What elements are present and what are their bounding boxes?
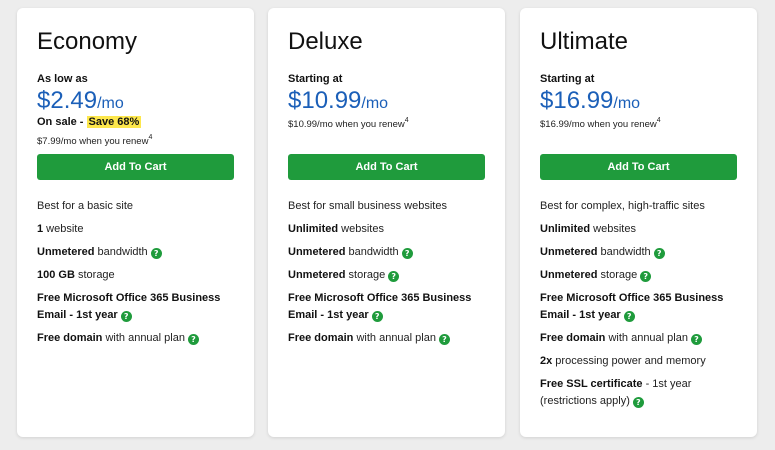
feature-bold: Free domain [288,332,354,344]
help-icon[interactable]: ? [653,248,665,259]
price-amount: $2.49 [37,87,98,114]
add-to-cart-button[interactable]: Add To Cart [37,154,234,180]
renew-price: $10.99/mo when you renew4 [288,114,409,132]
plan-name: Economy [37,28,138,55]
plan-name: Ultimate [540,28,629,55]
feature-text: bandwidth [94,246,148,258]
feature-item: Free Microsoft Office 365 Business Email… [540,290,740,324]
feature-item: 1 website [37,221,237,238]
help-icon[interactable]: ? [187,334,199,345]
feature-item: Unmetered bandwidth? [540,244,740,261]
price-period: /mo [97,95,124,112]
feature-bold: Unmetered [540,246,598,258]
feature-text: with annual plan [353,332,436,344]
feature-text: with annual plan [102,332,185,344]
help-icon[interactable]: ? [438,334,450,345]
feature-bold: Free SSL certificate [540,378,643,390]
plan-card-deluxe: Deluxe Starting at $10.99/mo $10.99/mo w… [268,8,505,437]
feature-bold: Unlimited [288,223,339,235]
feature-text: Best for complex, high-traffic sites [540,200,705,212]
price-period: /mo [361,95,389,112]
help-icon[interactable]: ? [690,334,702,345]
feature-bold: Unlimited [540,223,591,235]
footnote-marker: 4 [404,117,409,124]
feature-item: Unmetered storage? [288,267,488,284]
help-icon[interactable]: ? [401,248,413,259]
feature-item: 100 GB storage [37,267,237,284]
feature-text: websites [338,223,384,235]
feature-item: Unmetered bandwidth? [288,244,488,261]
feature-item: Unmetered bandwidth? [37,244,237,261]
footnote-marker: 4 [656,117,661,124]
feature-text: Best for a basic site [37,200,133,212]
feature-text: Best for small business websites [288,200,447,212]
plan-card-ultimate: Ultimate Starting at $16.99/mo $16.99/mo… [520,8,757,437]
feature-bold: 2x [540,355,553,367]
price-period: /mo [613,95,641,112]
sale-badge: Save 68% [86,116,142,128]
feature-text: bandwidth [597,246,651,258]
help-icon[interactable]: ? [371,311,383,322]
feature-text: storage [74,269,115,281]
renew-text: $10.99/mo when you renew [288,119,405,130]
feature-bold: Free domain [540,332,606,344]
help-icon[interactable]: ? [150,248,162,259]
feature-bold: 100 GB [37,269,75,281]
renew-price: $7.99/mo when you renew4 [37,131,152,149]
feature-item: Unlimited websites [540,221,740,238]
feature-item: Free Microsoft Office 365 Business Email… [37,290,237,324]
feature-list: Best for a basic site 1 website Unmetere… [37,198,237,353]
feature-text: bandwidth [345,246,399,258]
sale-prefix: On sale - [37,116,87,128]
feature-item: Best for a basic site [37,198,237,215]
feature-item: Free SSL certificate - 1st year (restric… [540,376,740,410]
feature-item: Unmetered storage? [540,267,740,284]
feature-item: Free domain with annual plan? [288,330,488,347]
feature-bold: Unmetered [37,246,95,258]
feature-list: Best for small business websites Unlimit… [288,198,488,353]
footnote-marker: 4 [148,134,153,141]
renew-text: $16.99/mo when you renew [540,119,657,130]
feature-text: storage [597,269,638,281]
feature-text: processing power and memory [552,355,706,367]
feature-text: website [43,223,84,235]
feature-item: Best for small business websites [288,198,488,215]
feature-text: websites [590,223,636,235]
renew-text: $7.99/mo when you renew [37,136,149,147]
help-icon[interactable]: ? [632,397,644,408]
feature-item: Free Microsoft Office 365 Business Email… [288,290,488,324]
price-amount: $10.99 [288,87,362,114]
renew-price: $16.99/mo when you renew4 [540,114,661,132]
help-icon[interactable]: ? [388,271,400,282]
feature-bold: Free domain [37,332,103,344]
feature-item: Unlimited websites [288,221,488,238]
feature-list: Best for complex, high-traffic sites Unl… [540,198,740,416]
feature-bold: Unmetered [288,269,346,281]
feature-item: Free domain with annual plan? [540,330,740,347]
help-icon[interactable]: ? [120,311,132,322]
feature-item: 2x processing power and memory [540,353,740,370]
feature-bold: Unmetered [288,246,346,258]
plan-name: Deluxe [288,28,363,55]
add-to-cart-button[interactable]: Add To Cart [540,154,737,180]
price-amount: $16.99 [540,87,614,114]
feature-item: Free domain with annual plan? [37,330,237,347]
add-to-cart-button[interactable]: Add To Cart [288,154,485,180]
feature-bold: Unmetered [540,269,598,281]
plan-card-economy: Economy As low as $2.49/mo On sale - Sav… [17,8,254,437]
feature-text: with annual plan [605,332,688,344]
help-icon[interactable]: ? [640,271,652,282]
help-icon[interactable]: ? [623,311,635,322]
sale-info: On sale - Save 68% [37,114,142,130]
feature-text: storage [345,269,386,281]
feature-item: Best for complex, high-traffic sites [540,198,740,215]
